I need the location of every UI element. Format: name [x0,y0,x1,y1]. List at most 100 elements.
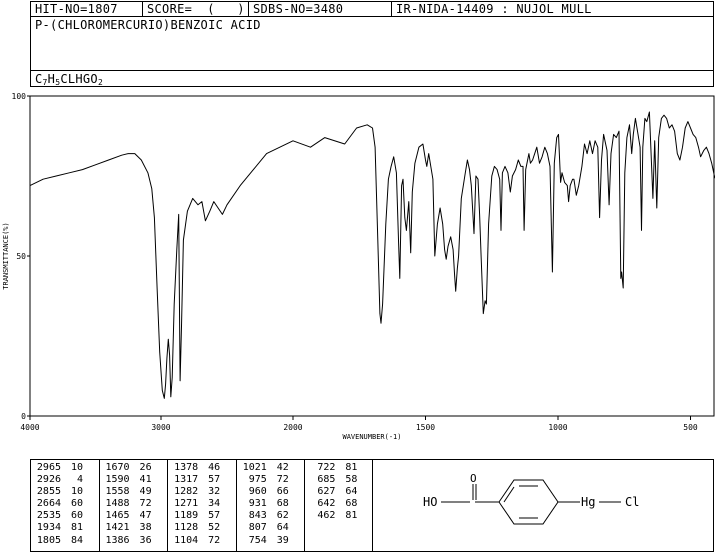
spectrum-line-1 [29,111,715,399]
structure-box: HO O Hg Cl [373,459,714,552]
peak-wavenumber: 2965 [36,462,61,473]
plot-frame [29,95,715,417]
peak-row: 462 81 [305,510,372,522]
peak-row: 1421 38 [100,522,168,534]
peak-wavenumber: 642 [317,498,336,510]
peak-wavenumber: 1189 [174,510,199,522]
ring-double-bond-3 [503,486,515,503]
peak-row: 1104 72 [168,535,236,547]
peak-transmittance: 32 [208,486,221,498]
molecular-formula: C7H5CLHGO2 [35,72,104,87]
peak-wavenumber: 685 [317,474,336,486]
peak-row: 2855 10 [31,486,99,498]
peak-transmittance: 68 [276,498,289,510]
peak-transmittance: 10 [70,462,83,473]
peak-transmittance: 52 [208,522,221,534]
peak-wavenumber: 1282 [174,486,199,498]
y-axis-label: TRANSMITTANCE(%) [2,222,10,289]
peak-wavenumber: 722 [317,462,336,473]
x-axis-ticks: 4000 3000 2000 1500 1000 500 [20,416,698,432]
peak-wavenumber: 627 [317,486,336,498]
peak-wavenumber: 807 [248,522,267,534]
peak-table: 2965 10 2926 4 2855 10 2664 60 2535 60 1934 81 1805 8… [30,459,373,552]
peak-wavenumber: 1386 [105,534,130,546]
peak-wavenumber: 931 [248,498,267,510]
peak-row: 1128 52 [168,522,236,534]
peak-transmittance: 58 [345,474,358,486]
x-tick-label-500: 500 [683,423,698,432]
peak-transmittance: 42 [276,462,289,473]
peak-row: 1488 72 [100,498,168,510]
x-tick-label-4000: 4000 [20,423,39,432]
peak-wavenumber: 1670 [105,462,130,473]
peak-row: 722 81 [305,462,372,474]
ir-spectrum-chart: 0 50 100 4000 3000 2000 1500 1000 500 TRANSMITT… [2,92,715,441]
y-tick-label-0: 0 [21,412,26,421]
peak-row: 754 39 [237,535,305,547]
peak-row: 1317 57 [168,474,236,486]
structure-cl-label: Cl [625,495,639,509]
x-tick-label-3000: 3000 [151,423,170,432]
peak-transmittance: 66 [276,486,289,498]
compound-name-box: P-(CHLOROMERCURIO)BENZOIC ACID [30,16,714,71]
structure-ho-label: HO [423,495,437,509]
peak-transmittance: 62 [276,510,289,522]
peak-transmittance: 38 [139,522,152,534]
peak-row: 1558 49 [100,486,168,498]
peak-wavenumber: 1934 [36,522,61,534]
peak-row: 1378 46 [168,462,236,474]
peak-row: 2926 4 [31,474,99,486]
structure-carbonyl-o: O [470,472,477,485]
peak-transmittance: 47 [139,510,152,522]
peak-wavenumber: 462 [317,510,336,522]
peak-wavenumber: 1590 [105,474,130,486]
peak-transmittance: 72 [139,498,152,510]
peak-row: 1590 41 [100,474,168,486]
peak-wavenumber: 1465 [105,510,130,522]
peak-transmittance: 60 [70,498,83,510]
peak-row: 2664 60 [31,498,99,510]
peak-column-4: 1021 42 975 72 960 66 931 68 843 62 807 64 754 39 [237,460,306,551]
peak-transmittance: 26 [139,462,152,473]
structure-diagram: HO O Hg Cl [423,472,639,525]
compound-name: P-(CHLOROMERCURIO)BENZOIC ACID [35,18,261,32]
peak-transmittance: 81 [70,522,83,534]
peak-transmittance: 46 [208,462,221,473]
peak-row: 975 72 [237,474,305,486]
peak-wavenumber: 2535 [36,510,61,522]
x-tick-label-1000: 1000 [548,423,567,432]
peak-wavenumber: 1021 [242,462,267,473]
peak-transmittance: 72 [276,474,289,486]
peak-column-5: 722 81 685 58 627 64 642 68 462 81 [305,460,372,551]
peak-transmittance: 64 [276,522,289,534]
peak-transmittance: 68 [345,498,358,510]
peak-wavenumber: 1488 [105,498,130,510]
peak-row: 960 66 [237,486,305,498]
peak-transmittance: 64 [345,486,358,498]
peak-row: 1934 81 [31,522,99,534]
peak-row: 642 68 [305,498,372,510]
ir-info: IR-NIDA-14409 : NUJOL MULL [396,2,592,16]
peak-wavenumber: 1271 [174,498,199,510]
peak-wavenumber: 1378 [174,462,199,473]
x-tick-label-1500: 1500 [416,423,435,432]
peak-transmittance: 84 [70,534,83,546]
peak-transmittance: 81 [345,510,358,522]
y-axis-ticks: 0 50 100 [12,92,30,421]
peak-row: 1465 47 [100,510,168,522]
peak-wavenumber: 1805 [36,534,61,546]
x-axis-label: WAVENUMBER(-1) [342,433,401,441]
sdbs-number: SDBS-NO=3480 [249,2,392,16]
peak-wavenumber: 1128 [174,522,199,534]
peak-row: 1282 32 [168,486,236,498]
peak-transmittance: 81 [345,462,358,473]
peak-row: 2535 60 [31,510,99,522]
peak-row: 843 62 [237,510,305,522]
peak-wavenumber: 1317 [174,474,199,486]
peak-column-1: 2965 10 2926 4 2855 10 2664 60 2535 60 1934 81 1805 8… [31,460,100,551]
formula-box: C7H5CLHGO2 [30,70,714,87]
peak-row: 1189 57 [168,510,236,522]
peak-transmittance: 41 [139,474,152,486]
hit-number: HIT-NO=1807 [31,2,143,16]
x-tick-label-2000: 2000 [283,423,302,432]
